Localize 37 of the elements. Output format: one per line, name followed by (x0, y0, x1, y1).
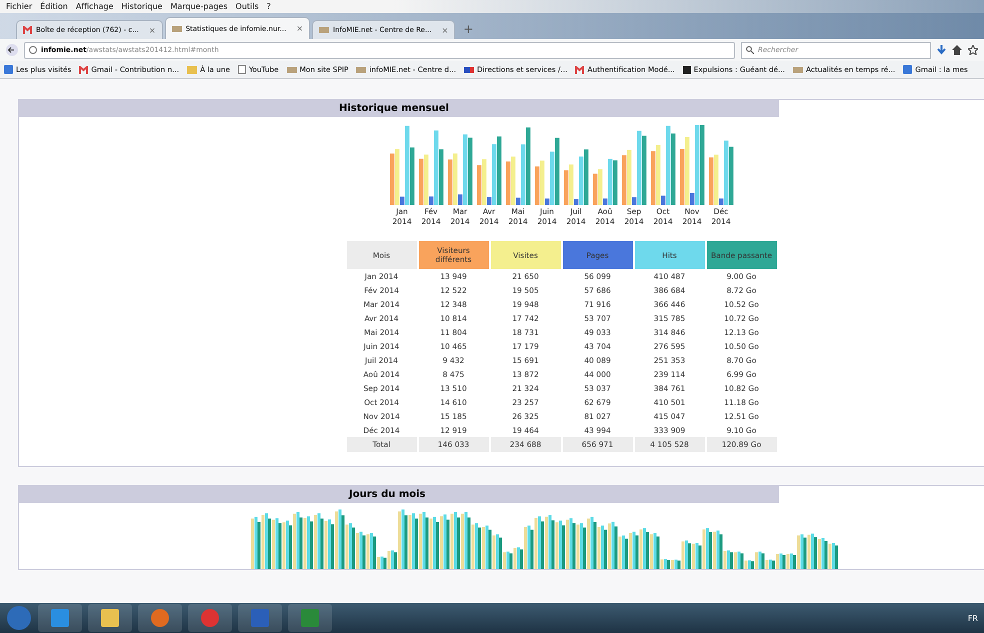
mail-icon (575, 66, 584, 74)
site-icon (792, 66, 803, 72)
start-icon[interactable] (6, 605, 32, 631)
section-header: Jours du mois (19, 486, 779, 503)
menu-item[interactable]: Historique (121, 2, 162, 11)
menu-item[interactable]: ? (266, 2, 271, 11)
taskbar-app-icon[interactable] (88, 604, 132, 632)
menu-item[interactable]: Affichage (76, 2, 114, 11)
menu-item[interactable]: Marque-pages (170, 2, 228, 11)
flag-icon (464, 66, 474, 72)
search-icon (746, 46, 754, 54)
site-icon (319, 27, 330, 33)
site-icon (172, 26, 182, 32)
menu-item[interactable]: Édition (40, 2, 68, 11)
folder-icon (187, 66, 198, 74)
bookmark-icon (903, 65, 912, 74)
section-header: Historique mensuel (19, 100, 779, 117)
site-icon (286, 66, 297, 72)
taskbar-app-icon[interactable] (38, 604, 82, 632)
download-icon[interactable] (937, 45, 946, 55)
menu-item[interactable]: Fichier (6, 2, 32, 11)
bookmark-icon (4, 65, 13, 74)
site-icon (356, 66, 366, 72)
square-icon (682, 66, 691, 74)
menu-item[interactable]: Outils (236, 2, 259, 11)
taskbar-app-icon[interactable] (138, 604, 182, 632)
language-indicator[interactable]: FR (968, 614, 978, 622)
star-icon[interactable] (968, 45, 978, 55)
home-icon[interactable] (952, 45, 962, 55)
mail-icon (23, 26, 32, 34)
back-icon[interactable] (6, 44, 18, 56)
close-icon[interactable]: × (442, 26, 448, 34)
close-icon[interactable]: × (148, 26, 156, 34)
mail-icon (79, 66, 88, 74)
page-icon (238, 65, 246, 74)
globe-icon (29, 46, 37, 54)
close-icon[interactable]: × (296, 24, 304, 33)
